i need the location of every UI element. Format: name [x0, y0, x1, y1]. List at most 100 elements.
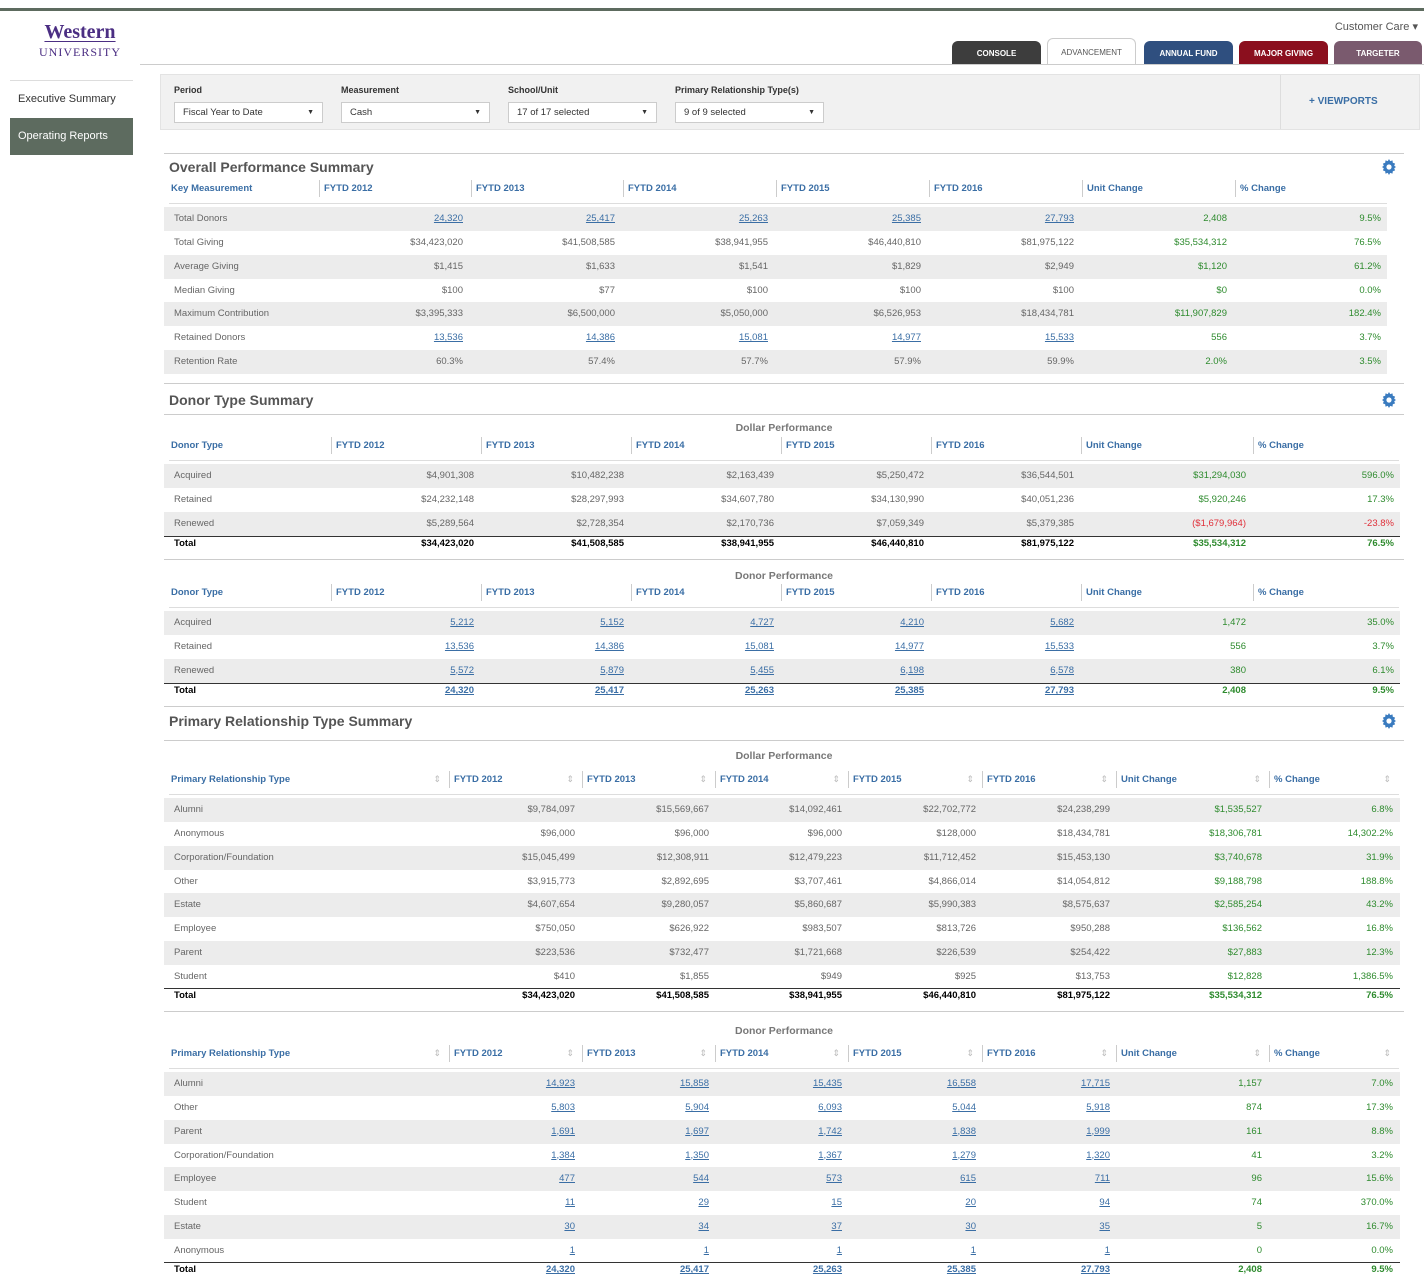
sort-icon[interactable]: ⇕ [699, 771, 707, 788]
cell-value[interactable]: 15,533 [1045, 641, 1074, 652]
sort-icon[interactable]: ⇕ [433, 771, 441, 788]
column-header[interactable]: FYTD 2013 ⇕ [582, 1045, 715, 1062]
school-unit-select[interactable]: 17 of 17 selected ▼ [508, 102, 657, 123]
column-header[interactable]: FYTD 2015 ⇕ [848, 771, 982, 788]
column-header[interactable]: FYTD 2012 [331, 584, 481, 601]
sort-icon[interactable]: ⇕ [433, 1045, 441, 1062]
cell-value[interactable]: 17,715 [1081, 1078, 1110, 1089]
sort-icon[interactable]: ⇕ [699, 1045, 707, 1062]
cell-value[interactable]: 5,152 [600, 617, 624, 628]
column-header[interactable]: % Change [1235, 180, 1387, 197]
column-header[interactable]: % Change [1253, 437, 1399, 454]
column-header[interactable]: FYTD 2012 [319, 180, 471, 197]
gear-icon[interactable] [1381, 713, 1397, 729]
sort-icon[interactable]: ⇕ [1253, 771, 1261, 788]
column-header[interactable]: Unit Change [1082, 180, 1235, 197]
column-header[interactable]: Unit Change ⇕ [1116, 771, 1269, 788]
cell-value[interactable]: 711 [1095, 1173, 1110, 1184]
total-value[interactable]: 27,793 [1081, 1264, 1110, 1275]
tab-annual-fund[interactable]: ANNUAL FUND [1144, 41, 1233, 64]
cell-value[interactable]: 15,533 [1045, 332, 1074, 343]
column-header[interactable]: FYTD 2014 ⇕ [715, 771, 848, 788]
sort-icon[interactable]: ⇕ [832, 771, 840, 788]
cell-value[interactable]: 14,386 [586, 332, 615, 343]
column-header[interactable]: FYTD 2015 [781, 437, 931, 454]
total-value[interactable]: 24,320 [445, 685, 474, 696]
column-header[interactable]: Donor Type [169, 437, 331, 454]
column-header[interactable]: FYTD 2016 [929, 180, 1082, 197]
cell-value[interactable]: 5,212 [450, 617, 474, 628]
tab-targeter[interactable]: TARGETER [1334, 41, 1422, 64]
column-header[interactable]: Key Measurement [169, 180, 319, 197]
tab-advancement[interactable]: ADVANCEMENT [1047, 38, 1136, 65]
column-header[interactable]: FYTD 2015 ⇕ [848, 1045, 982, 1062]
cell-value[interactable]: 14,977 [892, 332, 921, 343]
university-logo[interactable]: Western UNIVERSITY [30, 22, 130, 59]
sidebar-item-executive-summary[interactable]: Executive Summary [10, 81, 133, 118]
column-header[interactable]: FYTD 2016 [931, 584, 1081, 601]
column-header[interactable]: Unit Change ⇕ [1116, 1045, 1269, 1062]
cell-value[interactable]: 5,879 [600, 665, 624, 676]
column-header[interactable]: FYTD 2013 [481, 437, 631, 454]
sort-icon[interactable]: ⇕ [966, 771, 974, 788]
column-header[interactable]: FYTD 2013 [471, 180, 623, 197]
viewports-button[interactable]: + VIEWPORTS [1309, 96, 1378, 107]
sort-icon[interactable]: ⇕ [566, 1045, 574, 1062]
cell-value[interactable]: 5,455 [750, 665, 774, 676]
column-header[interactable]: FYTD 2015 [776, 180, 929, 197]
tab-major-giving[interactable]: MAJOR GIVING [1239, 41, 1328, 64]
column-header[interactable]: FYTD 2014 [631, 437, 781, 454]
column-header[interactable]: FYTD 2012 [331, 437, 481, 454]
sort-icon[interactable]: ⇕ [966, 1045, 974, 1062]
column-header[interactable]: FYTD 2015 [781, 584, 931, 601]
column-header[interactable]: Unit Change [1081, 437, 1253, 454]
column-header[interactable]: FYTD 2014 [631, 584, 781, 601]
sort-icon[interactable]: ⇕ [1253, 1045, 1261, 1062]
column-header[interactable]: FYTD 2014 ⇕ [715, 1045, 848, 1062]
sort-icon[interactable]: ⇕ [1100, 1045, 1108, 1062]
cell-value[interactable]: 94 [1099, 1197, 1110, 1208]
cell-value[interactable]: 1 [1105, 1245, 1110, 1256]
total-value[interactable]: 25,417 [595, 685, 624, 696]
total-value[interactable]: 25,385 [895, 685, 924, 696]
column-header[interactable]: % Change [1253, 584, 1399, 601]
column-header[interactable]: FYTD 2016 ⇕ [982, 771, 1116, 788]
sort-icon[interactable]: ⇕ [832, 1045, 840, 1062]
gear-icon[interactable] [1381, 392, 1397, 408]
column-header[interactable]: FYTD 2013 ⇕ [582, 771, 715, 788]
cell-value[interactable]: 14,386 [595, 641, 624, 652]
cell-value[interactable]: 5,682 [1050, 617, 1074, 628]
user-menu[interactable]: Customer Care ▾ [1335, 20, 1418, 33]
cell-value[interactable]: 14,977 [895, 641, 924, 652]
column-header[interactable]: FYTD 2014 [623, 180, 776, 197]
cell-value[interactable]: 1,320 [1086, 1150, 1110, 1161]
cell-value[interactable]: 25,417 [586, 213, 615, 224]
cell-value[interactable]: 13,536 [434, 332, 463, 343]
column-header[interactable]: Donor Type [169, 584, 331, 601]
relationship-type-select[interactable]: 9 of 9 selected ▼ [675, 102, 824, 123]
column-header[interactable]: % Change ⇕ [1269, 1045, 1399, 1062]
sort-icon[interactable]: ⇕ [1383, 1045, 1391, 1062]
cell-value[interactable]: 27,793 [1045, 213, 1074, 224]
cell-value[interactable]: 25,385 [892, 213, 921, 224]
gear-icon[interactable] [1381, 159, 1397, 175]
cell-value[interactable]: 15,081 [739, 332, 768, 343]
total-value[interactable]: 27,793 [1045, 685, 1074, 696]
cell-value[interactable]: 4,210 [900, 617, 924, 628]
cell-value[interactable]: 6,198 [900, 665, 924, 676]
sort-icon[interactable]: ⇕ [1100, 771, 1108, 788]
column-header[interactable]: Primary Relationship Type ⇕ [169, 771, 449, 788]
cell-value[interactable]: 6,578 [1050, 665, 1074, 676]
tab-console[interactable]: CONSOLE [952, 41, 1041, 64]
cell-value[interactable]: 13,536 [445, 641, 474, 652]
cell-value[interactable]: 4,727 [750, 617, 774, 628]
cell-value[interactable]: 1,999 [1086, 1126, 1110, 1137]
column-header[interactable]: Unit Change [1081, 584, 1253, 601]
column-header[interactable]: FYTD 2013 [481, 584, 631, 601]
cell-value[interactable]: 35 [1099, 1221, 1110, 1232]
cell-value[interactable]: 25,263 [739, 213, 768, 224]
sidebar-item-operating-reports[interactable]: Operating Reports [10, 118, 133, 155]
cell-value[interactable]: 24,320 [434, 213, 463, 224]
column-header[interactable]: FYTD 2016 [931, 437, 1081, 454]
column-header[interactable]: FYTD 2012 ⇕ [449, 771, 582, 788]
